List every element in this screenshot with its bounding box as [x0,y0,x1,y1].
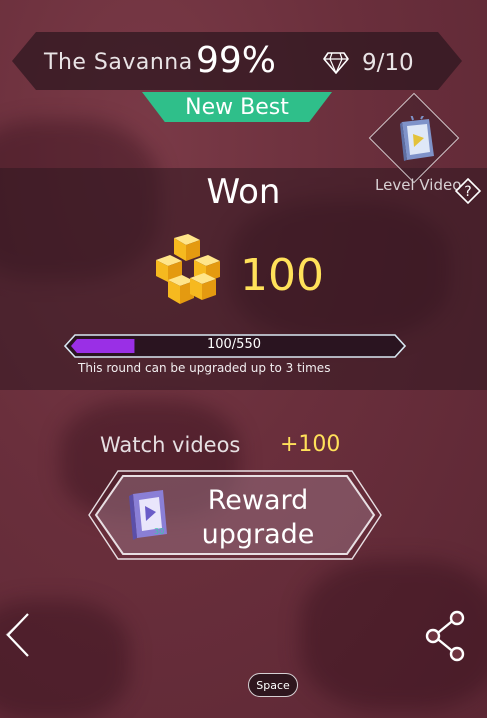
svg-text:?: ? [464,184,471,200]
gem-count: 9/10 [362,50,414,76]
share-icon[interactable] [424,610,468,662]
level-name: The Savanna [44,50,193,75]
upgrade-note: This round can be upgraded up to 3 times [78,361,331,375]
question-diamond-icon[interactable]: ? [455,178,481,204]
level-video-tile-icon [400,116,434,161]
level-video-button[interactable]: Level Video [368,92,468,206]
svg-text:30: 30 [154,527,164,536]
reward-label-line2: upgrade [201,519,315,550]
space-key-hint[interactable]: Space [248,673,298,697]
diamond-gem-icon [323,52,349,74]
completion-percent: 99% [196,40,277,81]
chevron-left-icon[interactable] [2,612,34,658]
level-video-label: Level Video [375,176,462,194]
new-best-badge: New Best [142,92,332,122]
watch-videos-label: Watch videos [100,433,241,457]
progress-text: 100/550 [206,337,261,352]
coin-reward-value: 100 [240,250,324,301]
reward-upgrade-label: Reward upgrade [170,484,346,552]
watch-videos-bonus: +100 [280,432,341,457]
reward-label-line1: Reward [207,485,309,516]
gold-cubes-icon [156,234,220,304]
video-play-icon: 30 [129,490,167,540]
